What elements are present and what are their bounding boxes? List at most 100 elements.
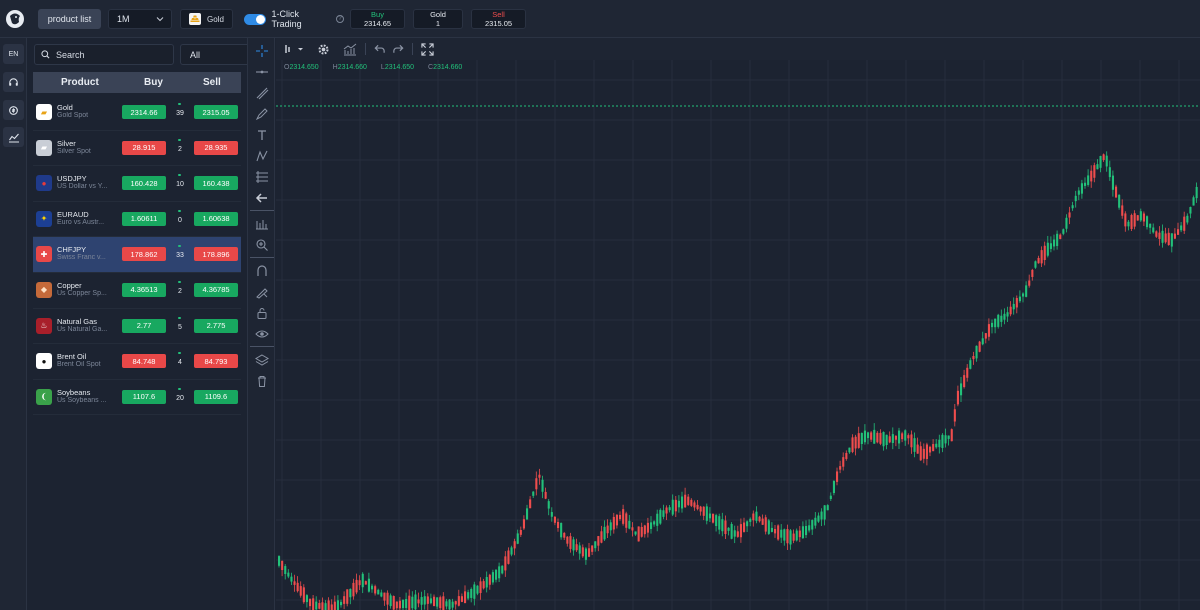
bullish-candle [650,522,653,529]
bullish-candle [532,491,535,496]
one-click-toggle[interactable] [244,13,266,25]
product-row[interactable]: ♨ Natural Gas Us Natural Ga... 2.77 5 2.775 [33,309,241,345]
redo-icon[interactable] [390,41,406,57]
undo-icon[interactable] [371,41,387,57]
indicators-icon[interactable] [342,41,358,57]
buy-price-button[interactable]: 2.77 [122,318,166,333]
bearish-candle [364,581,367,585]
pattern-tool-icon[interactable] [254,148,270,164]
bullish-candle [668,507,671,511]
lock-drawing-icon[interactable] [254,284,270,300]
bearish-candle [1133,213,1136,227]
magnet-icon[interactable] [254,263,270,279]
horizontal-line-icon[interactable] [254,64,270,80]
trash-icon[interactable] [254,373,270,389]
sell-price-button[interactable]: 178.896 [194,247,238,262]
eye-icon[interactable] [254,326,270,342]
bullish-candle [550,512,553,517]
bearish-candle [1177,229,1180,235]
buy-price-button[interactable]: 4.36513 [122,282,166,297]
bullish-candle [578,545,581,554]
bearish-candle [764,517,767,532]
trend-line-icon[interactable] [254,85,270,101]
chart-icon[interactable] [3,127,24,147]
bullish-candle [969,360,972,369]
layers-icon[interactable] [254,352,270,368]
buy-price-button[interactable]: 1107.6 [122,389,166,404]
bullish-candle [1105,155,1108,167]
timeframe-select[interactable]: 1M [108,9,172,29]
arrow-left-icon[interactable] [254,190,270,206]
sell-price-button[interactable]: 160.438 [194,176,238,191]
bearish-candle [684,494,687,508]
chart-type-button[interactable] [282,41,308,57]
buy-quote-button[interactable]: Buy 2314.65 [350,9,405,29]
spread-value: 4 [178,359,182,367]
bearish-candle [888,436,891,443]
buy-price-button[interactable]: 160.428 [122,176,166,191]
product-row[interactable]: ✚ CHFJPY Swiss Franc v... 178.862 33 178.896 [33,237,241,273]
sell-price-button[interactable]: 4.36785 [194,282,238,297]
headset-icon[interactable] [3,72,24,92]
coins-icon[interactable] [3,100,24,120]
symbol-selector[interactable]: Gold [180,9,233,29]
buy-price-button[interactable]: 28.915 [122,140,166,155]
bearish-candle [699,506,702,512]
product-row[interactable]: ◆ Copper Us Copper Sp... 4.36513 2 4.36785 [33,273,241,309]
bullish-candle [795,530,798,541]
spread-value: 5 [178,323,182,331]
lock-icon[interactable] [254,305,270,321]
bearish-candle [563,532,566,538]
product-name: USDJPY [57,174,87,184]
zoom-in-icon[interactable] [254,237,270,253]
bullish-candle [628,520,631,529]
sell-price-button[interactable]: 84.793 [194,354,238,369]
product-row[interactable]: ● Brent Oil Brent Oil Spot 84.748 4 84.793 [33,344,241,380]
info-icon[interactable]: ? [336,15,344,23]
left-rail: EN [0,38,27,610]
text-tool-icon[interactable] [254,127,270,143]
language-button[interactable]: EN [3,44,24,64]
buy-price-button[interactable]: 178.862 [122,247,166,262]
product-row[interactable]: ▰ Gold Gold Spot 2314.66 39 2315.05 [33,95,241,131]
sell-quote-button[interactable]: Sell 2315.05 [471,9,526,29]
bearish-candle [575,544,578,551]
quantity-box[interactable]: Gold 1 [413,9,463,29]
sell-price-button[interactable]: 28.935 [194,140,238,155]
fibonacci-icon[interactable] [254,169,270,185]
search-box[interactable] [34,44,174,65]
buy-price-button[interactable]: 84.748 [122,354,166,369]
bearish-candle [538,474,541,478]
product-row[interactable]: ❨ Soybeans Us Soybeans ... 1107.6 20 1109.6 [33,380,241,416]
search-input[interactable] [56,49,156,60]
bullish-candle [349,588,352,598]
product-row[interactable]: ● USDJPY US Dollar vs Y... 160.428 10 160.438 [33,166,241,202]
product-panel: All Product Buy Sell ▰ GoldGold Spot 2314.… [28,38,268,610]
product-row[interactable]: ▰ Silver Silver Spot 28.915 2 28.935 [33,131,241,167]
bearish-candle [1015,298,1018,308]
bearish-candle [615,514,618,526]
candlestick-chart[interactable] [276,60,1200,610]
bearish-candle [358,580,361,586]
product-row[interactable]: ✦ EURAUD Euro vs Austr... 1.60611 0 1.60638 [33,202,241,238]
sell-price-button[interactable]: 2315.05 [194,105,238,119]
lion-logo-icon [6,10,24,28]
pencil-icon[interactable] [254,106,270,122]
sell-price-button[interactable]: 1.60638 [194,211,238,226]
product-list-button[interactable]: product list [38,9,101,29]
sell-price-button[interactable]: 1109.6 [194,389,238,404]
bearish-candle [978,341,981,352]
bearish-candle [1158,232,1161,239]
bullish-candle [981,338,984,345]
product-name: EURAUD [57,209,89,219]
price-chart[interactable] [276,60,1200,610]
measure-icon[interactable] [254,216,270,232]
bearish-candle [922,448,925,459]
buy-price-button[interactable]: 2314.66 [122,105,166,119]
fullscreen-icon[interactable] [419,41,435,57]
bearish-candle [1102,154,1105,160]
buy-price-button[interactable]: 1.60611 [122,211,166,226]
settings-gear-icon[interactable] [315,41,331,57]
sell-price-button[interactable]: 2.775 [194,318,238,333]
crosshair-icon[interactable] [254,43,270,59]
